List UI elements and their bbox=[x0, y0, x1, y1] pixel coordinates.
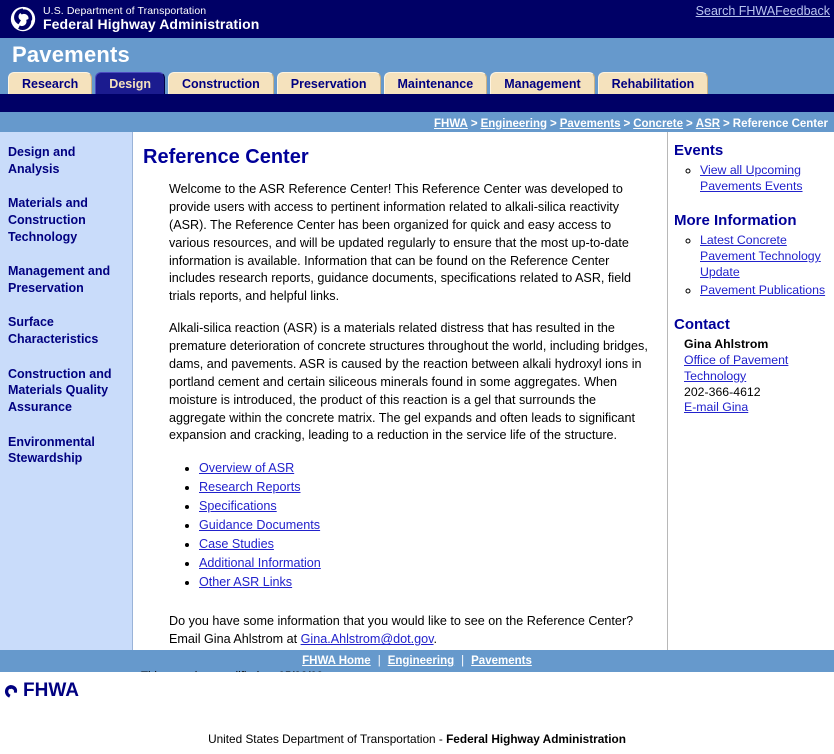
contact-heading: Contact bbox=[674, 316, 730, 334]
fhwa-logo: FHWA bbox=[4, 680, 79, 702]
footer-link-fhwa-home[interactable]: FHWA Home bbox=[302, 655, 371, 667]
section-title: Pavements bbox=[12, 42, 130, 67]
tab-list: Research Design Construction Preservation Ma… bbox=[8, 72, 709, 94]
breadcrumb: FHWA > Engineering > Pavements > Concrete > ASR >… bbox=[0, 115, 834, 132]
dot-triskelion-icon bbox=[10, 6, 36, 32]
breadcrumb-link-engineering[interactable]: Engineering bbox=[481, 118, 547, 130]
breadcrumb-separator: > bbox=[686, 117, 693, 130]
contact-name: Gina Ahlstrom bbox=[684, 337, 769, 352]
footer-navigation: FHWA Home | Engineering | Pavements bbox=[0, 650, 834, 672]
contact-email-link[interactable]: Gina.Ahlstrom@dot.gov bbox=[301, 632, 434, 646]
navy-divider bbox=[0, 94, 834, 112]
resource-link-research-reports[interactable]: Research Reports bbox=[199, 480, 301, 494]
resource-link-additional-information[interactable]: Additional Information bbox=[199, 556, 321, 570]
closing-email-suffix: . bbox=[433, 632, 438, 647]
list-item: Pavement Publications bbox=[700, 283, 828, 299]
fhwa-logo-text: FHWA bbox=[23, 680, 79, 701]
feedback-link[interactable]: Feedback bbox=[775, 4, 830, 18]
contact-phone: 202-366-4612 bbox=[684, 384, 761, 399]
content-columns: Design and Analysis Materials and Constru… bbox=[0, 132, 834, 683]
list-item: Specifications bbox=[199, 497, 653, 516]
section-banner: Pavements bbox=[0, 38, 834, 72]
asr-description-paragraph: Alkali-silica reaction (ASR) is a materi… bbox=[169, 321, 648, 443]
breadcrumb-link-asr[interactable]: ASR bbox=[696, 118, 720, 130]
sidebar-item-construction-and-materials-quality-assurance[interactable]: Construction and Materials Quality Assur… bbox=[8, 366, 124, 416]
events-link-1[interactable]: View all Upcoming Pavements Events bbox=[700, 163, 803, 193]
tab-preservation[interactable]: Preservation bbox=[276, 72, 381, 94]
intro-paragraph: Welcome to the ASR Reference Center! Thi… bbox=[169, 182, 632, 304]
breadcrumb-separator: > bbox=[470, 117, 478, 130]
list-item: Overview of ASR bbox=[199, 459, 653, 478]
list-item: Latest Concrete Pavement Technology Upda… bbox=[700, 233, 828, 280]
more-info-link-1[interactable]: Latest Concrete Pavement Technology Upda… bbox=[700, 233, 821, 278]
breadcrumb-separator: > bbox=[550, 117, 557, 130]
page-title: Reference Center bbox=[143, 146, 309, 168]
resource-link-case-studies[interactable]: Case Studies bbox=[199, 537, 274, 551]
breadcrumb-items: FHWA > Engineering > Pavements > Concrete > ASR >… bbox=[434, 118, 828, 130]
contact-email-gina-link[interactable]: E-mail Gina bbox=[684, 400, 748, 414]
footer-dept-bold: Federal Highway Administration bbox=[446, 732, 626, 746]
closing-question: Do you have some information that you wo… bbox=[169, 614, 634, 629]
resource-link-list: Overview of ASR Research Reports Specifica… bbox=[181, 459, 653, 591]
agency-line-2: Federal Highway Administration bbox=[43, 16, 260, 33]
sidebar-item-environmental-stewardship[interactable]: Environmental Stewardship bbox=[8, 434, 124, 467]
list-item: View all Upcoming Pavements Events bbox=[700, 163, 828, 194]
resource-link-overview-of-asr[interactable]: Overview of ASR bbox=[199, 461, 294, 475]
tab-construction[interactable]: Construction bbox=[167, 72, 274, 94]
main-content: Reference Center Welcome to the ASR Refe… bbox=[133, 132, 668, 683]
contact-details: Gina Ahlstrom Office of Pavement Technol… bbox=[684, 337, 828, 416]
resource-link-specifications[interactable]: Specifications bbox=[199, 499, 277, 513]
footer-link-list: FHWA Home | Engineering | Pavements bbox=[302, 655, 532, 667]
more-information-link-list: Latest Concrete Pavement Technology Upda… bbox=[674, 233, 828, 298]
breadcrumb-link-pavements[interactable]: Pavements bbox=[560, 118, 621, 130]
footer-separator: | bbox=[377, 655, 381, 667]
sidebar-item-management-and-preservation[interactable]: Management and Preservation bbox=[8, 263, 124, 296]
right-sidebar: Events View all Upcoming Pavements Event… bbox=[668, 132, 834, 650]
contact-office-link[interactable]: Office of Pavement Technology bbox=[684, 353, 788, 383]
footer-dept-prefix: United States Department of Transportati… bbox=[208, 732, 447, 746]
footer-link-pavements[interactable]: Pavements bbox=[471, 655, 532, 667]
list-item: Research Reports bbox=[199, 478, 653, 497]
dot-header-bar: U.S. Department of Transportation Federa… bbox=[0, 0, 834, 38]
breadcrumb-current: Reference Center bbox=[732, 117, 828, 130]
list-item: Other ASR Links bbox=[199, 573, 653, 592]
list-item: Guidance Documents bbox=[199, 516, 653, 535]
dot-logo: U.S. Department of Transportation Federa… bbox=[0, 6, 259, 32]
more-info-link-2[interactable]: Pavement Publications bbox=[700, 283, 825, 297]
tab-strip: Research Design Construction Preservation Ma… bbox=[0, 72, 834, 94]
agency-name: U.S. Department of Transportation Federa… bbox=[43, 6, 259, 32]
more-information-heading: More Information bbox=[674, 212, 797, 230]
top-utility-links: Search FHWAFeedback bbox=[696, 4, 830, 18]
sidebar-item-surface-characteristics[interactable]: Surface Characteristics bbox=[8, 314, 124, 347]
tab-research[interactable]: Research bbox=[8, 72, 93, 94]
sidebar-item-design-and-analysis[interactable]: Design and Analysis bbox=[8, 144, 124, 177]
tab-management[interactable]: Management bbox=[490, 72, 595, 94]
closing-email-prefix: Email Gina Ahlstrom at bbox=[169, 632, 301, 647]
left-sidebar: Design and Analysis Materials and Constru… bbox=[0, 132, 133, 650]
resource-link-other-asr-links[interactable]: Other ASR Links bbox=[199, 575, 292, 589]
breadcrumb-link-concrete[interactable]: Concrete bbox=[633, 118, 683, 130]
page-root: U.S. Department of Transportation Federa… bbox=[0, 0, 834, 754]
closing-note: Do you have some information that you wo… bbox=[169, 613, 653, 649]
events-link-list: View all Upcoming Pavements Events bbox=[674, 163, 828, 194]
footer-body: FHWA United States Department of Transpo… bbox=[0, 672, 834, 754]
breadcrumb-separator: > bbox=[623, 117, 631, 130]
list-item: Additional Information bbox=[199, 554, 653, 573]
tab-rehabilitation[interactable]: Rehabilitation bbox=[597, 72, 709, 94]
sidebar-item-materials-and-construction-technology[interactable]: Materials and Construction Technology bbox=[8, 195, 124, 245]
breadcrumb-link-fhwa[interactable]: FHWA bbox=[434, 118, 468, 130]
footer-department-line: United States Department of Transportati… bbox=[0, 732, 834, 746]
search-fhwa-link[interactable]: Search FHWA bbox=[696, 4, 775, 18]
list-item: Case Studies bbox=[199, 535, 653, 554]
resource-link-guidance-documents[interactable]: Guidance Documents bbox=[199, 518, 320, 532]
tab-maintenance[interactable]: Maintenance bbox=[383, 72, 488, 94]
footer-link-engineering[interactable]: Engineering bbox=[388, 655, 454, 667]
fhwa-swirl-icon bbox=[4, 684, 18, 698]
breadcrumb-separator: > bbox=[723, 117, 730, 130]
tab-design[interactable]: Design bbox=[95, 72, 165, 94]
footer-separator: | bbox=[461, 655, 465, 667]
events-heading: Events bbox=[674, 142, 724, 159]
